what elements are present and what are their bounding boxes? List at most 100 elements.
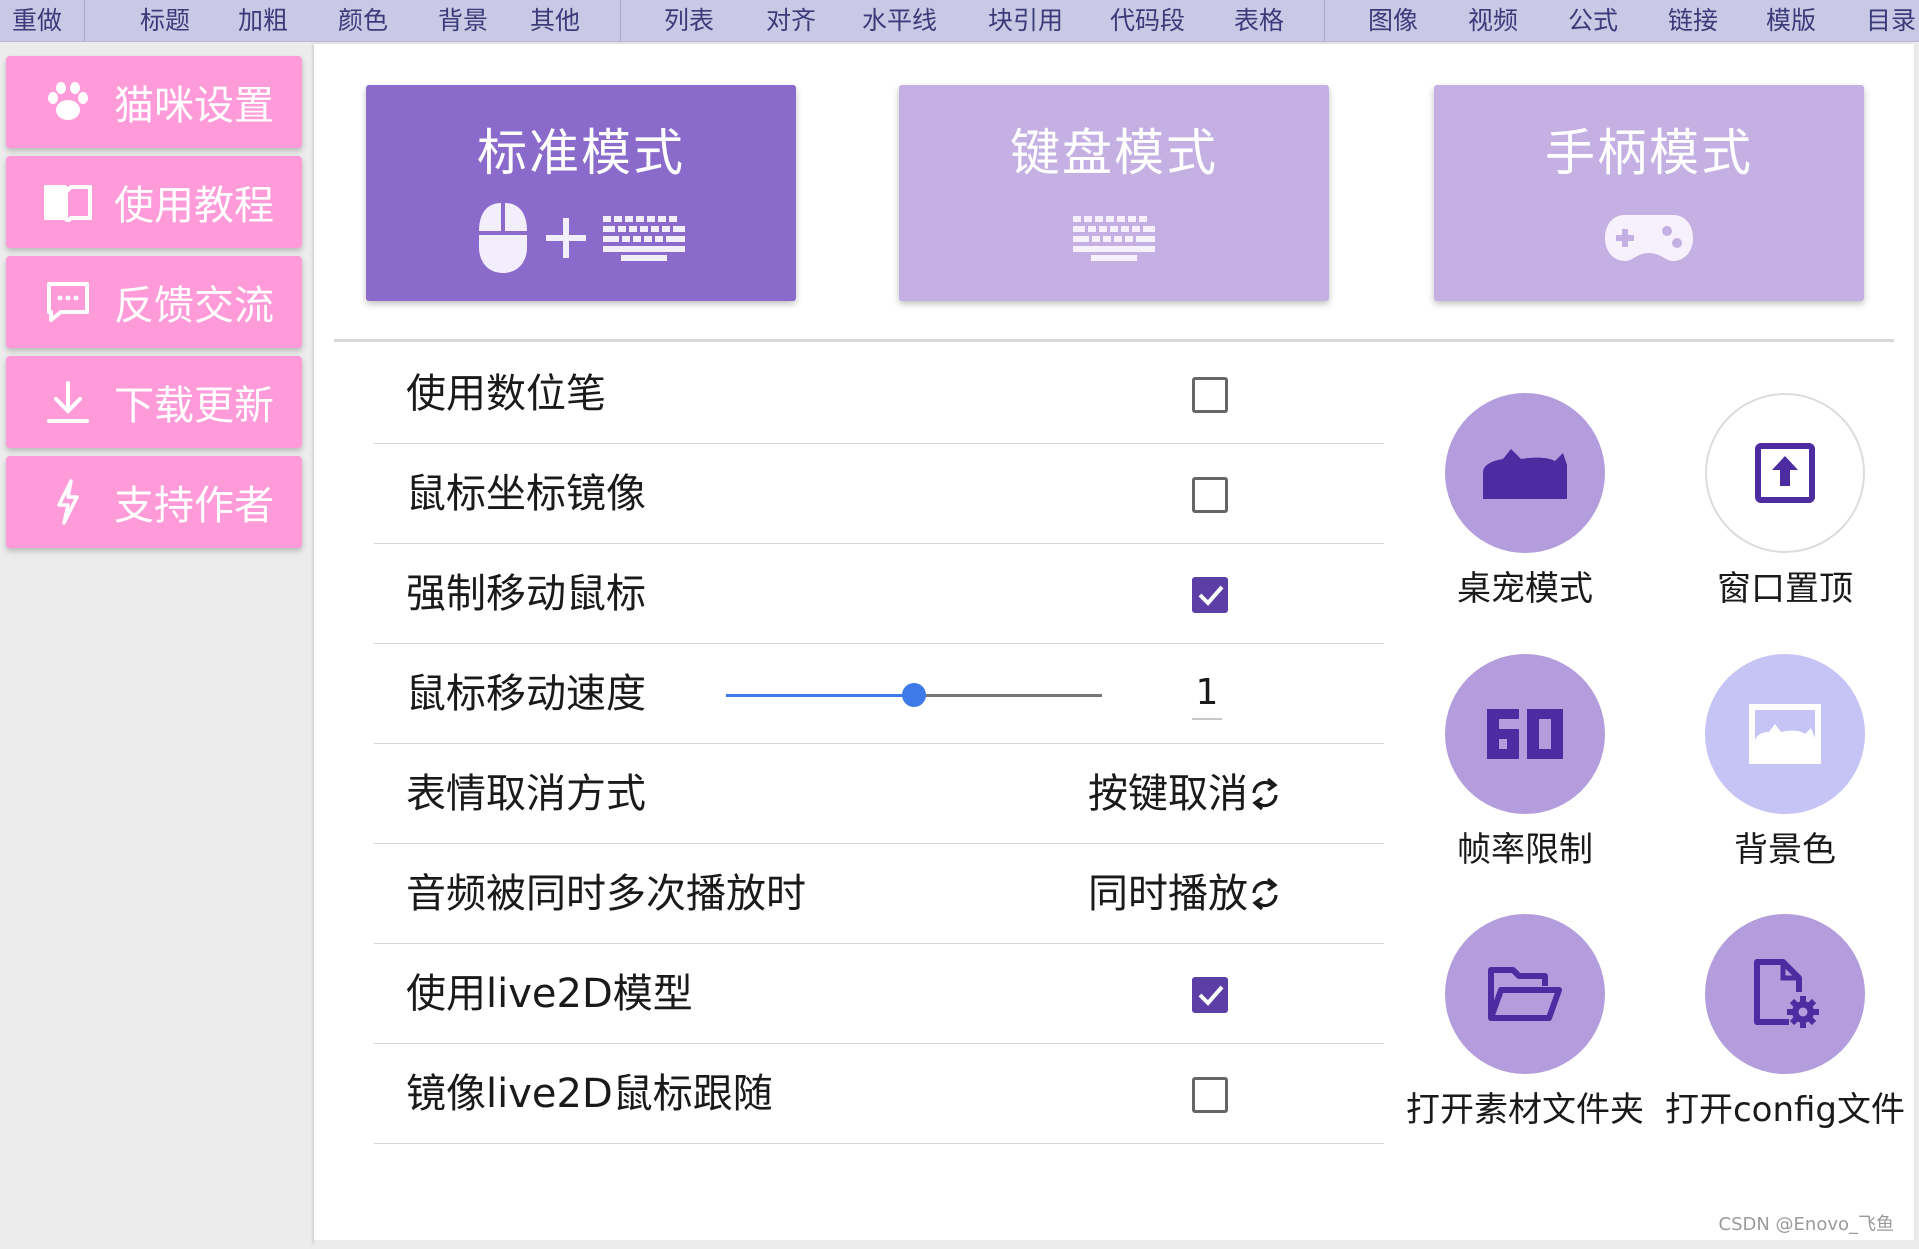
mode-icons xyxy=(899,200,1329,280)
mirror-live2d-checkbox[interactable] xyxy=(1192,1077,1228,1113)
setting-force-move: 强制移动鼠标 xyxy=(374,544,1384,644)
cycle-icon xyxy=(1252,777,1278,811)
setting-digital-pen: 使用数位笔 xyxy=(374,344,1384,444)
sidebar-item-cat-settings[interactable]: 猫咪设置 xyxy=(6,56,302,148)
open-config-file-button[interactable]: 打开config文件 xyxy=(1655,914,1915,1154)
mode-title: 手柄模式 xyxy=(1545,124,1753,182)
sidebar-item-download[interactable]: 下载更新 xyxy=(6,356,302,448)
window-on-top-button[interactable]: 窗口置顶 xyxy=(1655,393,1915,633)
tool-label: 桌宠模式 xyxy=(1457,569,1593,609)
tool-circle xyxy=(1705,393,1865,553)
toolbar-codeblock[interactable]: 代码段 xyxy=(1110,4,1185,38)
use-live2d-checkbox[interactable] xyxy=(1192,977,1228,1013)
mode-icons xyxy=(1434,200,1864,280)
setting-mirror-live2d: 镜像live2D鼠标跟随 xyxy=(374,1044,1384,1144)
setting-mouse-mirror: 鼠标坐标镜像 xyxy=(374,444,1384,544)
sidebar-item-feedback[interactable]: 反馈交流 xyxy=(6,256,302,348)
sidebar-item-support[interactable]: 支持作者 xyxy=(6,456,302,548)
mode-gamepad-card[interactable]: 手柄模式 xyxy=(1434,85,1864,301)
mode-title: 键盘模式 xyxy=(1010,124,1218,182)
setting-label: 使用数位笔 xyxy=(406,371,606,417)
toolbar-bold[interactable]: 加粗 xyxy=(238,4,288,38)
tool-label: 打开config文件 xyxy=(1664,1090,1906,1130)
frame-rate-limit-button[interactable]: 帧率限制 xyxy=(1395,654,1655,894)
toolbar-image[interactable]: 图像 xyxy=(1368,4,1418,38)
setting-use-live2d: 使用live2D模型 xyxy=(374,944,1384,1044)
mode-standard-card[interactable]: 标准模式 xyxy=(366,85,796,301)
toolbar-video[interactable]: 视频 xyxy=(1468,4,1518,38)
book-icon xyxy=(42,176,94,228)
emoji-cancel-toggle[interactable]: 按键取消 xyxy=(1088,744,1280,844)
settings-panel: 标准模式 键盘模式 手柄模式 使用数位笔 鼠标坐标镜像 强制移动鼠标 鼠标移动速… xyxy=(314,44,1914,1244)
setting-label: 使用live2D模型 xyxy=(406,971,693,1017)
toolbar-blockquote[interactable]: 块引用 xyxy=(988,4,1063,38)
file-settings-icon xyxy=(1754,959,1819,1028)
slider-fill xyxy=(726,694,914,697)
background-color-button[interactable]: 背景色 xyxy=(1655,654,1915,894)
toolbar-heading[interactable]: 标题 xyxy=(140,4,190,38)
sidebar-item-label: 下载更新 xyxy=(114,383,274,429)
audio-multi-toggle[interactable]: 同时播放 xyxy=(1088,844,1280,944)
mouse-speed-slider[interactable] xyxy=(726,683,1102,707)
toolbar-separator xyxy=(1324,0,1325,42)
sidebar-item-label: 使用教程 xyxy=(114,183,274,229)
setting-mouse-speed: 鼠标移动速度 1 xyxy=(374,644,1384,744)
tool-circle xyxy=(1705,654,1865,814)
toolbar-separator xyxy=(620,0,621,42)
toolbar-hr[interactable]: 水平线 xyxy=(862,4,937,38)
sidebar-item-tutorial[interactable]: 使用教程 xyxy=(6,156,302,248)
toolbar-background[interactable]: 背景 xyxy=(438,4,488,38)
bolt-icon xyxy=(42,476,94,528)
toolbar-color[interactable]: 颜色 xyxy=(338,4,388,38)
toolbar-align[interactable]: 对齐 xyxy=(766,4,816,38)
check-icon xyxy=(1198,585,1224,606)
tool-label: 窗口置顶 xyxy=(1717,569,1853,609)
sidebar: 猫咪设置 使用教程 反馈交流 下载更新 支持作者 xyxy=(0,42,310,1249)
bottom-strip xyxy=(314,1240,1914,1249)
chat-icon xyxy=(42,276,94,328)
tool-label: 背景色 xyxy=(1734,830,1836,870)
setting-label: 强制移动鼠标 xyxy=(406,571,646,617)
toolbar-template[interactable]: 模版 xyxy=(1766,4,1816,38)
setting-label: 表情取消方式 xyxy=(406,771,646,817)
mode-keyboard-card[interactable]: 键盘模式 xyxy=(899,85,1329,301)
toolbar-redo[interactable]: 重做 xyxy=(12,4,62,38)
cat-silhouette-icon xyxy=(1483,449,1567,499)
toolbar-other[interactable]: 其他 xyxy=(530,4,580,38)
toolbar-list[interactable]: 列表 xyxy=(664,4,714,38)
open-assets-folder-button[interactable]: 打开素材文件夹 xyxy=(1395,914,1655,1154)
slider-thumb[interactable] xyxy=(902,683,926,707)
mode-title: 标准模式 xyxy=(477,124,685,182)
digital-pen-checkbox[interactable] xyxy=(1192,377,1228,413)
window-top-icon xyxy=(1755,443,1815,503)
toolbar-separator xyxy=(84,0,85,42)
image-icon xyxy=(1749,704,1821,764)
toolbar-table[interactable]: 表格 xyxy=(1234,4,1284,38)
setting-audio-multi: 音频被同时多次播放时 同时播放 xyxy=(374,844,1384,944)
toolbar-formula[interactable]: 公式 xyxy=(1568,4,1618,38)
tool-circle xyxy=(1445,654,1605,814)
toolbar-toc[interactable]: 目录 xyxy=(1866,4,1916,38)
tool-label: 打开素材文件夹 xyxy=(1406,1090,1644,1130)
paw-icon xyxy=(42,76,94,128)
check-icon xyxy=(1198,985,1224,1006)
download-icon xyxy=(42,376,94,428)
mouse-speed-value[interactable]: 1 xyxy=(1192,666,1222,720)
toolbar-link[interactable]: 链接 xyxy=(1668,4,1718,38)
gamepad-icon xyxy=(1603,213,1695,267)
mouse-mirror-checkbox[interactable] xyxy=(1192,477,1228,513)
sidebar-item-label: 猫咪设置 xyxy=(114,83,274,129)
keyboard-icon xyxy=(601,214,687,266)
setting-label: 鼠标坐标镜像 xyxy=(406,471,646,517)
audio-multi-value: 同时播放 xyxy=(1088,871,1248,917)
setting-label: 鼠标移动速度 xyxy=(406,671,646,717)
mouse-icon xyxy=(475,201,531,279)
force-move-checkbox[interactable] xyxy=(1192,577,1228,613)
sidebar-item-label: 反馈交流 xyxy=(114,283,274,329)
emoji-cancel-value: 按键取消 xyxy=(1088,771,1248,817)
section-divider xyxy=(334,339,1894,342)
desktop-pet-mode-button[interactable]: 桌宠模式 xyxy=(1395,393,1655,633)
tool-circle xyxy=(1445,914,1605,1074)
keyboard-icon xyxy=(1071,214,1157,266)
fps-60-icon xyxy=(1487,709,1563,759)
